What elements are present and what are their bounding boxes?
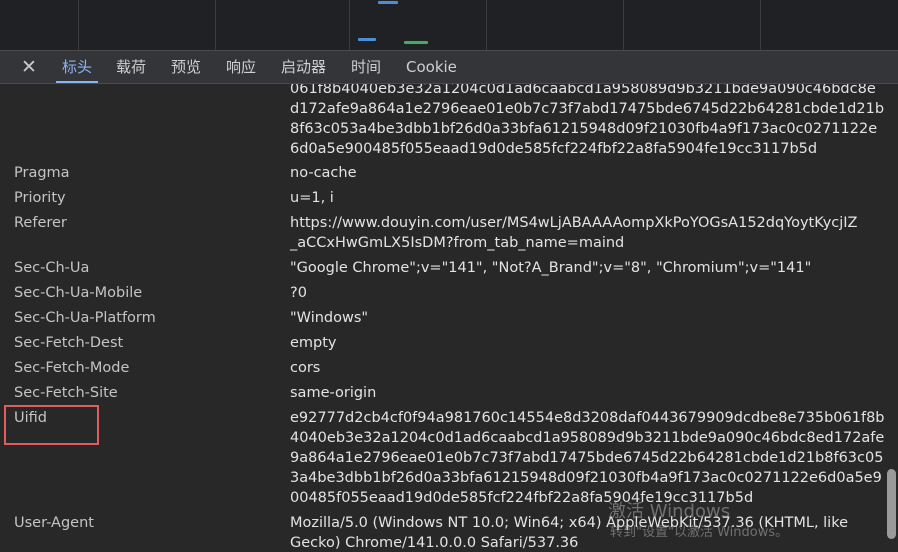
header-value: no-cache	[290, 165, 357, 181]
timeline-bar	[404, 41, 428, 44]
header-value: https://www.douyin.com/user/MS4wLjABAAAA…	[290, 215, 858, 231]
header-name: Sec-Fetch-Dest	[14, 335, 124, 351]
scrollbar-track[interactable]	[884, 84, 898, 552]
header-value: cors	[290, 360, 321, 376]
header-value-line: 061f8b4040eb3e32a1204c0d1ad6caabcd1a9580…	[290, 84, 876, 97]
tab-timing[interactable]: 时间	[351, 51, 381, 83]
tab-payload[interactable]: 载荷	[116, 51, 146, 83]
timeline-cell	[0, 0, 79, 50]
header-value: ?0	[290, 285, 307, 301]
header-value: empty	[290, 335, 337, 351]
header-value-line: d172afe9a864a1e2796eae01e0b7c73f7abd1747…	[290, 101, 885, 117]
header-value: Gecko) Chrome/141.0.0.0 Safari/537.36	[290, 535, 579, 551]
tab-response[interactable]: 响应	[226, 51, 256, 83]
header-value: "Google Chrome";v="141", "Not?A_Brand";v…	[290, 260, 812, 276]
header-name: Sec-Fetch-Site	[14, 385, 118, 401]
request-headers-panel: 061f8b4040eb3e32a1204c0d1ad6caabcd1a9580…	[0, 84, 898, 552]
timeline-cell	[624, 0, 761, 50]
timeline-cell	[216, 0, 350, 50]
header-value: _aCCxHwGmLX5IsDM?from_tab_name=maind	[290, 235, 625, 251]
tab-initiator[interactable]: 启动器	[281, 51, 326, 83]
timeline-cell	[761, 0, 898, 50]
header-value: u=1, i	[290, 190, 334, 206]
header-value-line: 8f63c053a4be3dbb1bf26d0a33bfa61215948d09…	[290, 121, 878, 137]
tab-headers[interactable]: 标头	[55, 51, 99, 83]
timeline-cell	[487, 0, 624, 50]
header-name: User-Agent	[14, 515, 94, 531]
header-value: "Windows"	[290, 310, 369, 326]
header-value: 00485f055eaad19d0de585fcf224fbf22a8fa590…	[290, 490, 754, 506]
header-name: Sec-Ch-Ua-Mobile	[14, 285, 143, 301]
header-name: Referer	[14, 215, 67, 231]
timeline-bar	[378, 1, 398, 4]
header-value: 3a4be3dbb1bf26d0a33bfa61215948d09f21030f…	[290, 470, 882, 486]
detail-tab-bar: ✕ 标头 载荷 预览 响应 启动器 时间 Cookie	[0, 50, 898, 84]
header-value: 4040eb3e32a1204c0d1ad6caabcd1a958089d9b3…	[290, 430, 885, 446]
header-name: Sec-Ch-Ua-Platform	[14, 310, 156, 326]
header-value: same-origin	[290, 385, 377, 401]
header-name: Sec-Fetch-Mode	[14, 360, 130, 376]
tab-preview[interactable]: 预览	[171, 51, 201, 83]
header-value: 9a864a1e2796eae01e0b7c73f7abd17475bde674…	[290, 450, 884, 466]
header-name: Sec-Ch-Ua	[14, 260, 90, 276]
timeline-cell	[79, 0, 216, 50]
header-value-line: 6d0a5e900485f055eaad19d0de585fcf224fbf22…	[290, 141, 818, 157]
scrollbar-thumb[interactable]	[887, 469, 896, 539]
highlight-annotation-box	[4, 405, 99, 445]
header-name: Priority	[14, 190, 66, 206]
tab-cookie[interactable]: Cookie	[406, 51, 457, 83]
network-timeline-strip	[0, 0, 898, 50]
header-value: Mozilla/5.0 (Windows NT 10.0; Win64; x64…	[290, 515, 849, 531]
close-icon[interactable]: ✕	[17, 55, 41, 79]
header-name: Pragma	[14, 165, 70, 181]
timeline-bar	[358, 38, 376, 41]
header-value: e92777d2cb4cf0f94a981760c14554e8d3208daf…	[290, 410, 885, 426]
